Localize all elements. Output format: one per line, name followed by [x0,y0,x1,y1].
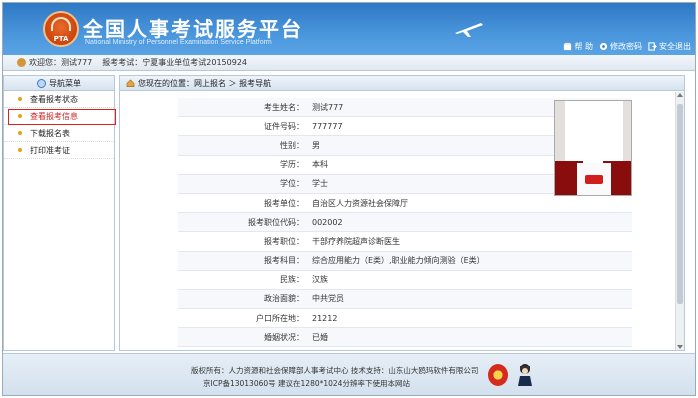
table-row: 户口所在地： 21212 [178,309,632,329]
scroll-down-icon[interactable] [677,345,683,349]
footer-icp: 京ICP备13013060号 建议在1280*1024分辨率下使用本网站 [203,379,410,388]
user-icon [17,58,26,67]
highlight-box [8,109,116,125]
field-label: 学历： [280,160,304,170]
site-title: 全国人事考试服务平台 [83,17,303,41]
field-value: 综合应用能力（E类）,职业能力倾向测验（E类） [312,256,485,266]
bullet-icon [18,148,22,152]
field-value: 002002 [312,217,343,227]
table-row: 报考单位： 自治区人力资源社会保障厅 [178,194,632,214]
field-label: 政治面貌： [264,294,304,304]
logout-label: 安全退出 [659,42,691,51]
cyber-police-icon[interactable] [515,362,535,386]
welcome-user: 欢迎您：测试777 [29,58,93,67]
welcome-exam: 报考考试：宁夏事业单位考试20150924 [102,58,247,67]
photo-face-mask [565,101,623,167]
field-value: 汉族 [312,275,328,285]
field-label: 性别： [280,140,304,150]
change-password-link[interactable]: 修改密码 [599,41,642,52]
table-row: 政治面貌： 中共党员 [178,289,632,310]
field-value: 已婚 [312,332,328,342]
sidebar-item-view-status[interactable]: 查看报考状态 [4,91,114,108]
sidebar-item-print-admission[interactable]: 打印准考证 [4,142,114,159]
table-row: 报考科目： 综合应用能力（E类）,职业能力倾向测验（E类） [178,251,632,271]
field-value: 干部疗养院超声诊断医生 [312,236,400,246]
sidebar-item-download-form[interactable]: 下载报名表 [4,125,114,142]
help-link[interactable]: 帮 助 [563,41,593,52]
sidebar-item-label: 查看报考状态 [30,94,78,104]
field-label: 报考职位： [264,236,304,246]
scroll-thumb[interactable] [677,104,683,304]
nav-menu-icon [37,78,46,88]
police-badge-icon[interactable] [488,364,508,386]
footer-copyright: 版权所有：人力资源和社会保障部人事考试中心 技术支持：山东山大鸥玛软件有限公司 [191,366,479,375]
site-header: PTA 全国人事考试服务平台 National Ministry of Pers… [3,3,695,55]
field-value: 中共党员 [312,294,344,304]
sidebar-item-view-info[interactable]: 查看报考信息 [4,108,116,125]
key-icon [599,42,608,51]
sidebar-item-label: 下载报名表 [30,128,70,138]
photo-bow [585,175,603,184]
pta-logo: PTA [43,11,79,47]
sidebar-item-label: 打印准考证 [30,145,70,155]
site-footer: 版权所有：人力资源和社会保障部人事考试中心 技术支持：山东山大鸥玛软件有限公司 … [3,353,695,395]
welcome-bar: 欢迎您：测试777 报考考试：宁夏事业单位考试20150924 [3,55,695,71]
site-subtitle: National Ministry of Personnel Examinati… [85,39,272,46]
logo-text: PTA [53,35,69,43]
sidebar-header: 导航菜单 [4,76,114,91]
field-label: 婚姻状况： [264,332,304,342]
applicant-photo [554,100,632,196]
scroll-up-icon[interactable] [677,93,683,97]
help-icon [564,42,572,51]
sidebar-title: 导航菜单 [49,78,81,88]
bullet-icon [18,97,22,101]
help-label: 帮 助 [574,42,593,51]
table-row: 报考职位： 干部疗养院超声诊断医生 [178,232,632,252]
table-row: 民族： 汉族 [178,271,632,290]
airplane-icon [455,23,483,37]
field-value: 自治区人力资源社会保障厅 [312,198,408,208]
field-label: 民族： [280,275,304,285]
bullet-icon [18,131,22,135]
breadcrumb: 您现在的位置：网上报名 ＞ 报考导航 [120,76,684,91]
field-label: 报考科目： [264,256,304,266]
field-label: 学位： [280,179,304,189]
home-icon [126,79,135,87]
sidebar: 导航菜单 查看报考状态 查看报考信息 下载报名表 打印准考证 [3,75,116,351]
field-value: 21212 [312,313,338,323]
field-label: 报考职位代码： [248,217,304,227]
field-label: 报考单位： [264,198,304,208]
app-frame: PTA 全国人事考试服务平台 National Ministry of Pers… [2,2,696,396]
logout-link[interactable]: 安全退出 [648,41,691,52]
logout-icon [648,42,657,51]
breadcrumb-text: 您现在的位置：网上报名 ＞ 报考导航 [138,78,272,88]
field-label: 考生姓名： [264,102,304,112]
field-label: 证件号码： [264,121,304,131]
table-row: 报考职位代码： 002002 [178,213,632,233]
table-row: 婚姻状况： 已婚 [178,328,632,348]
field-label: 户口所在地： [256,313,304,323]
vertical-scrollbar[interactable] [675,92,684,350]
header-links: 帮 助 修改密码 安全退出 [563,41,691,52]
change-password-label: 修改密码 [610,42,642,51]
logo-arc [51,17,71,31]
main-panel: 您现在的位置：网上报名 ＞ 报考导航 考生姓名： 测试777 证件号码： 77777… [119,75,685,351]
